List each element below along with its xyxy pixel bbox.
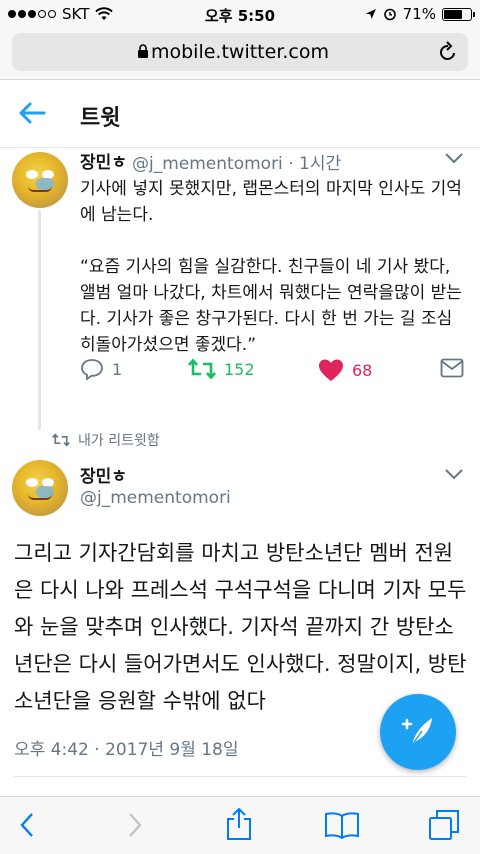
battery-percent: 71% [402,5,436,23]
page-header: 트윗 [0,80,480,148]
main-tweet-handle[interactable]: @j_mementomori [80,488,231,508]
chevron-down-icon[interactable] [444,468,464,480]
like-count: 68 [352,360,373,380]
mail-icon [440,358,464,378]
meta-separator: · [288,154,294,174]
parent-tweet-meta: @j_mementomori · 1시간 [132,149,341,174]
battery-level [444,9,463,19]
retweet-button[interactable]: 152 [188,358,255,380]
divider [14,776,466,777]
retweet-icon [188,358,216,380]
compose-icon [401,718,432,746]
retweet-count: 152 [224,359,255,379]
browser-toolbar [0,796,480,854]
parent-tweet-actions: 1 152 68 [80,358,470,388]
reply-button[interactable]: 1 [80,358,122,380]
browser-forward-icon[interactable] [126,811,144,839]
reload-icon[interactable] [438,41,458,63]
heart-icon [319,359,343,381]
page-title: 트윗 [80,106,121,131]
direct-message-button[interactable] [440,358,464,378]
browser-back-icon[interactable] [18,811,36,839]
reply-count: 1 [112,359,123,379]
parent-tweet-author-name[interactable]: 장민ㅎ [80,148,127,173]
compose-tweet-button[interactable] [380,694,456,770]
parent-tweet-handle: @j_mementomori [132,154,283,174]
tabs-icon[interactable] [428,809,460,841]
parent-tweet-text: 기사에 넣지 못했지만, 랩몬스터의 마지막 인사도 기억에 남는다. “요즘 … [80,179,462,355]
main-tweet-text: 그리고 기자간담회를 마치고 방탄소년단 멤버 전원은 다시 나와 프레스석 구… [14,541,467,713]
retweet-context-label: 내가 리트윗함 [78,433,160,449]
retweet-icon [52,433,70,447]
avatar[interactable] [12,152,68,208]
status-bar: SKT 오후 5:50 71% [0,0,480,28]
reply-icon [81,359,103,380]
avatar[interactable] [12,460,68,516]
location-icon [365,9,376,19]
chevron-down-icon[interactable] [444,152,464,164]
battery-icon [442,7,475,21]
share-icon[interactable] [226,807,252,841]
status-right: 71% [365,5,475,23]
thread-connector-line [38,210,41,430]
main-tweet-timestamp: 오후 4:42 · 2017년 9월 18일 [14,740,239,760]
url-field[interactable]: mobile.twitter.com [12,33,468,71]
alarm-icon [383,8,396,21]
parent-tweet-age[interactable]: 1시간 [299,154,341,174]
like-button[interactable]: 68 [318,358,372,382]
main-tweet-author-name[interactable]: 장민ㅎ [80,462,127,487]
browser-address-bar: mobile.twitter.com [0,28,480,80]
back-arrow-icon[interactable] [18,102,46,124]
bookmarks-icon[interactable] [324,811,360,839]
url-text: mobile.twitter.com [150,41,330,63]
retweet-context: 내가 리트윗함 [52,430,160,450]
